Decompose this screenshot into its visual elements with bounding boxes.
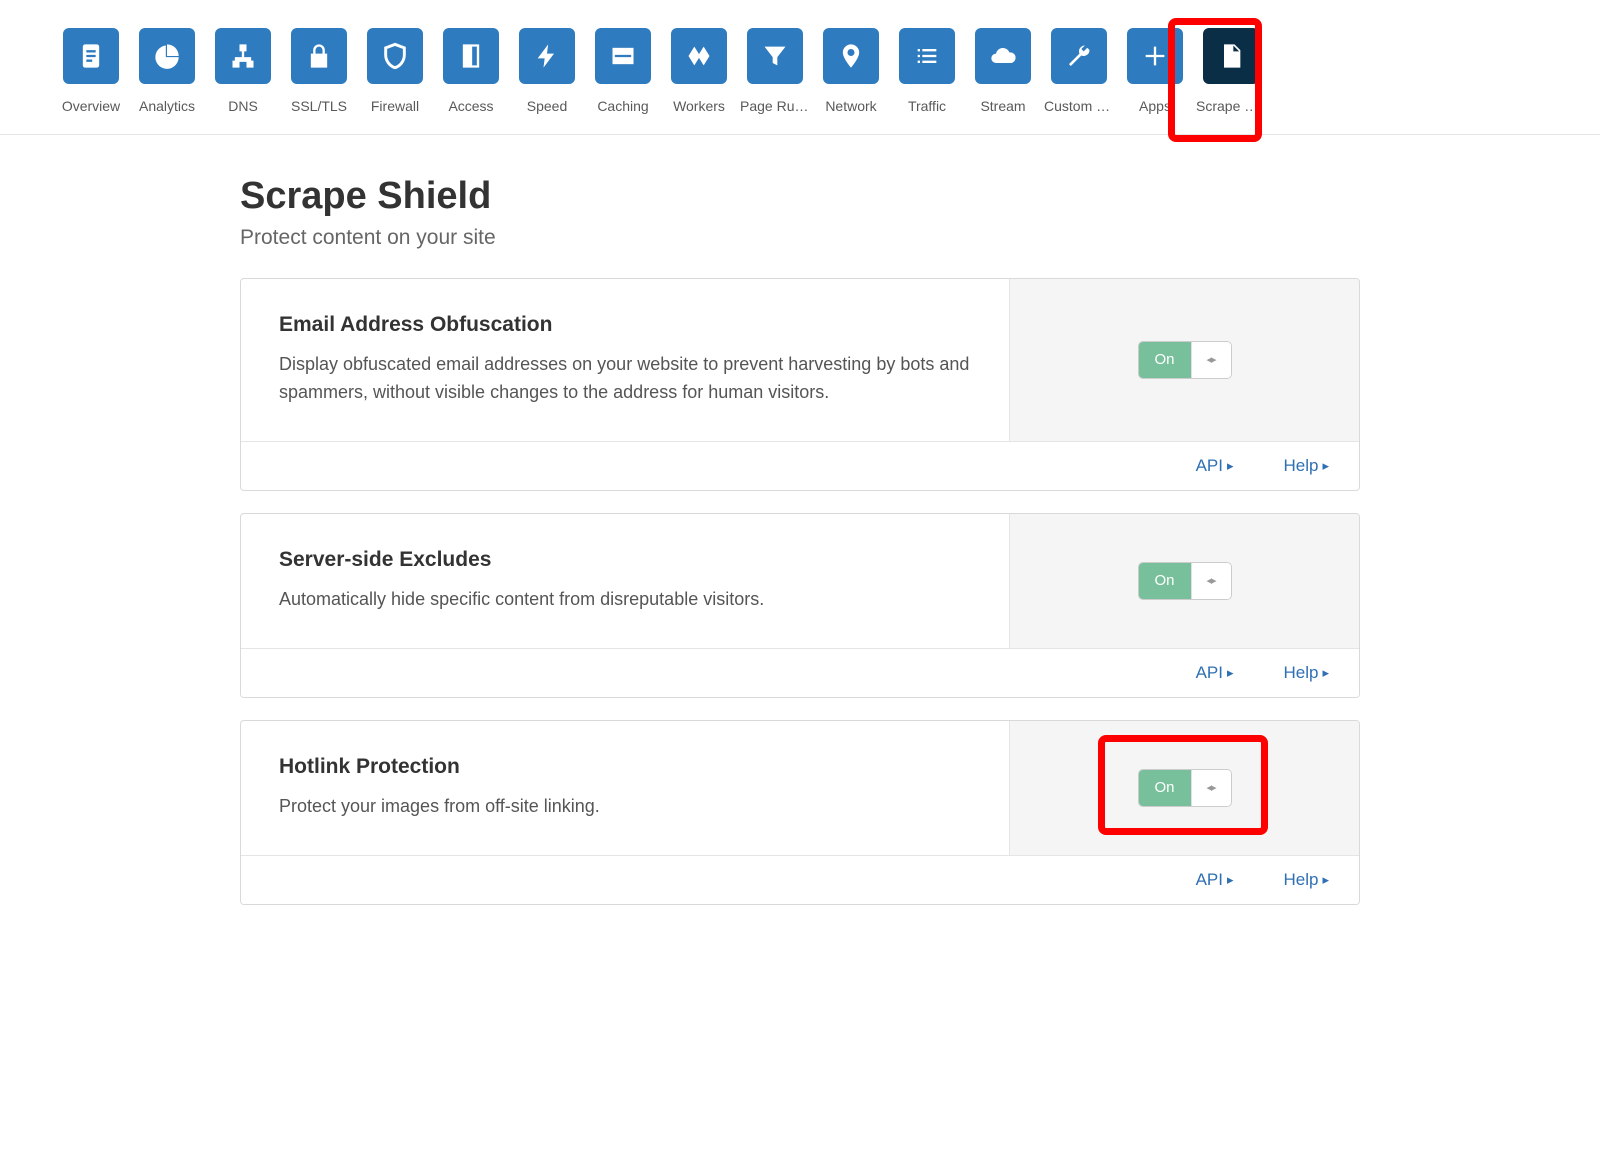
- nav-speed[interactable]: Speed: [516, 28, 578, 114]
- nav-label: Access: [448, 98, 493, 114]
- toggle-server-side-excludes[interactable]: On ◂▸: [1138, 562, 1232, 600]
- card-hotlink-protection: Hotlink Protection Protect your images f…: [240, 720, 1360, 905]
- clipboard-icon: [63, 28, 119, 84]
- card-title: Hotlink Protection: [279, 755, 971, 779]
- card-side: On ◂▸: [1009, 721, 1359, 855]
- nav-access[interactable]: Access: [440, 28, 502, 114]
- nav-label: SSL/TLS: [291, 98, 347, 114]
- door-icon: [443, 28, 499, 84]
- help-link[interactable]: Help: [1284, 870, 1330, 890]
- nav-custom-pages[interactable]: Custom Pa...: [1048, 28, 1110, 114]
- nav-caching[interactable]: Caching: [592, 28, 654, 114]
- nav-label: DNS: [228, 98, 258, 114]
- card-side: On ◂▸: [1009, 279, 1359, 441]
- help-link[interactable]: Help: [1284, 456, 1330, 476]
- toggle-handle-icon: ◂▸: [1191, 563, 1231, 599]
- help-link[interactable]: Help: [1284, 663, 1330, 683]
- nav-label: Caching: [597, 98, 648, 114]
- card-desc: Automatically hide specific content from…: [279, 586, 971, 614]
- api-link[interactable]: API: [1196, 663, 1234, 683]
- card-side: On ◂▸: [1009, 514, 1359, 648]
- top-nav: Overview Analytics DNS SSL/TLS Firewall: [0, 0, 1600, 135]
- toggle-handle-icon: ◂▸: [1191, 342, 1231, 378]
- nav-apps[interactable]: Apps: [1124, 28, 1186, 114]
- nav-label: Workers: [673, 98, 725, 114]
- lock-icon: [291, 28, 347, 84]
- nav-analytics[interactable]: Analytics: [136, 28, 198, 114]
- card-email-obfuscation: Email Address Obfuscation Display obfusc…: [240, 278, 1360, 491]
- api-link[interactable]: API: [1196, 456, 1234, 476]
- nav-label: Apps: [1139, 98, 1171, 114]
- card-desc: Display obfuscated email addresses on yo…: [279, 351, 971, 407]
- page-title: Scrape Shield: [240, 175, 1360, 218]
- nav-label: Overview: [62, 98, 120, 114]
- nav-firewall[interactable]: Firewall: [364, 28, 426, 114]
- nav-dns[interactable]: DNS: [212, 28, 274, 114]
- workers-icon: [671, 28, 727, 84]
- card-title: Email Address Obfuscation: [279, 313, 971, 337]
- list-icon: [899, 28, 955, 84]
- nav-ssl[interactable]: SSL/TLS: [288, 28, 350, 114]
- nav-label: Network: [825, 98, 876, 114]
- card-desc: Protect your images from off-site linkin…: [279, 793, 971, 821]
- nav-network[interactable]: Network: [820, 28, 882, 114]
- nav-label: Firewall: [371, 98, 419, 114]
- toggle-on-label: On: [1139, 563, 1191, 599]
- toggle-on-label: On: [1139, 342, 1191, 378]
- nav-label: Traffic: [908, 98, 946, 114]
- funnel-icon: [747, 28, 803, 84]
- doc-icon: [1203, 28, 1259, 84]
- sitemap-icon: [215, 28, 271, 84]
- nav-label: Scrape Shi...: [1196, 98, 1266, 114]
- card-title: Server-side Excludes: [279, 548, 971, 572]
- nav-scrape-shield[interactable]: Scrape Shi...: [1200, 28, 1262, 114]
- content-area: Scrape Shield Protect content on your si…: [170, 135, 1430, 987]
- nav-workers[interactable]: Workers: [668, 28, 730, 114]
- pie-icon: [139, 28, 195, 84]
- wrench-icon: [1051, 28, 1107, 84]
- toggle-on-label: On: [1139, 770, 1191, 806]
- bolt-icon: [519, 28, 575, 84]
- drive-icon: [595, 28, 651, 84]
- nav-label: Analytics: [139, 98, 195, 114]
- nav-label: Page Rules: [740, 98, 810, 114]
- api-link[interactable]: API: [1196, 870, 1234, 890]
- nav-traffic[interactable]: Traffic: [896, 28, 958, 114]
- toggle-hotlink-protection[interactable]: On ◂▸: [1138, 769, 1232, 807]
- nav-label: Speed: [527, 98, 567, 114]
- nav-page-rules[interactable]: Page Rules: [744, 28, 806, 114]
- shield-icon: [367, 28, 423, 84]
- cloud-icon: [975, 28, 1031, 84]
- nav-overview[interactable]: Overview: [60, 28, 122, 114]
- card-server-side-excludes: Server-side Excludes Automatically hide …: [240, 513, 1360, 698]
- toggle-email-obfuscation[interactable]: On ◂▸: [1138, 341, 1232, 379]
- nav-label: Custom Pa...: [1044, 98, 1114, 114]
- page-subtitle: Protect content on your site: [240, 226, 1360, 250]
- nav-label: Stream: [980, 98, 1025, 114]
- pin-icon: [823, 28, 879, 84]
- plus-icon: [1127, 28, 1183, 84]
- nav-row: Overview Analytics DNS SSL/TLS Firewall: [60, 28, 1540, 114]
- nav-stream[interactable]: Stream: [972, 28, 1034, 114]
- toggle-handle-icon: ◂▸: [1191, 770, 1231, 806]
